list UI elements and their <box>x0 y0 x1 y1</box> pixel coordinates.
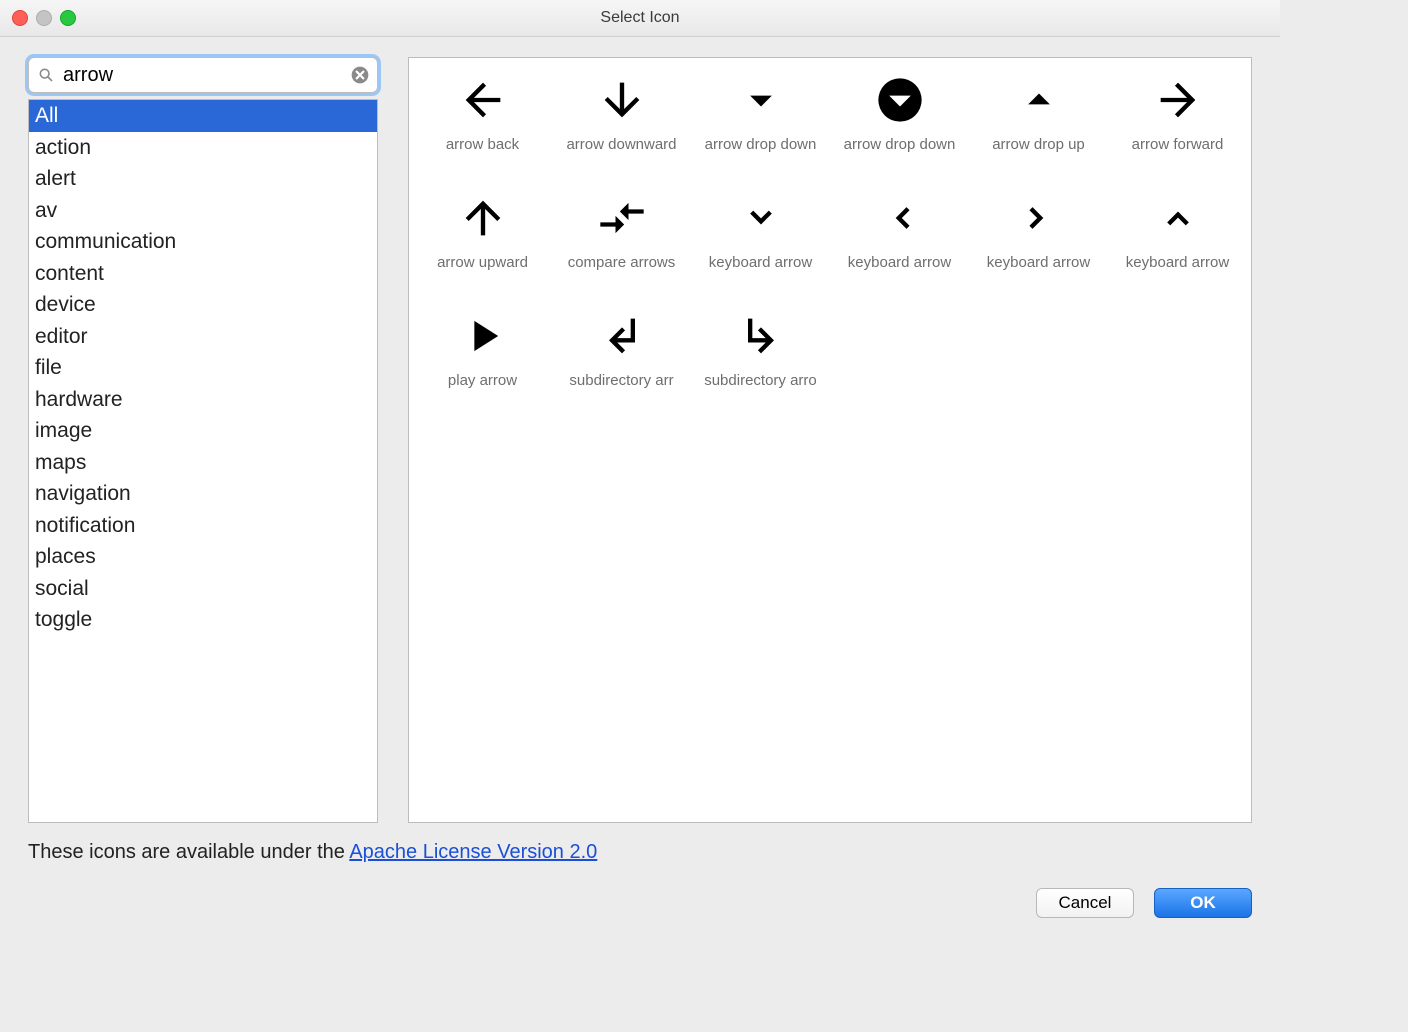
search-input[interactable] <box>28 57 378 93</box>
icon-label: keyboard arrow <box>830 254 969 271</box>
icon-label: compare arrows <box>552 254 691 271</box>
search-icon <box>38 67 54 83</box>
icon-cell-arrow-upward[interactable]: arrow upward <box>413 182 552 300</box>
arrow-upward-icon <box>457 182 509 254</box>
category-item-device[interactable]: device <box>29 289 377 321</box>
category-item-action[interactable]: action <box>29 132 377 164</box>
category-item-notification[interactable]: notification <box>29 510 377 542</box>
window-title: Select Icon <box>0 9 1280 27</box>
arrow-drop-up-icon <box>1013 64 1065 136</box>
icon-cell-subdirectory-arrow-right[interactable]: subdirectory arro <box>691 300 830 418</box>
icon-grid: arrow backarrow downwardarrow drop downa… <box>413 64 1247 418</box>
icon-cell-play-arrow[interactable]: play arrow <box>413 300 552 418</box>
icon-label: arrow upward <box>413 254 552 271</box>
license-prefix: These icons are available under the <box>28 841 349 863</box>
category-item-places[interactable]: places <box>29 541 377 573</box>
arrow-forward-icon <box>1152 64 1204 136</box>
arrow-downward-icon <box>596 64 648 136</box>
select-icon-dialog: Select Icon Allactionalertavcommunicatio… <box>0 0 1280 940</box>
category-item-image[interactable]: image <box>29 415 377 447</box>
category-item-navigation[interactable]: navigation <box>29 478 377 510</box>
search-field-wrap <box>28 57 378 93</box>
icon-cell-keyboard-arrow-right[interactable]: keyboard arrow <box>969 182 1108 300</box>
icon-cell-arrow-drop-down[interactable]: arrow drop down <box>691 64 830 182</box>
titlebar: Select Icon <box>0 0 1280 37</box>
icon-cell-arrow-drop-up[interactable]: arrow drop up <box>969 64 1108 182</box>
subdirectory-arrow-right-icon <box>735 300 787 372</box>
icon-grid-panel: arrow backarrow downwardarrow drop downa… <box>408 57 1252 823</box>
icon-label: subdirectory arr <box>552 372 691 389</box>
icon-label: arrow drop down <box>830 136 969 153</box>
arrow-drop-down-circle-icon <box>874 64 926 136</box>
keyboard-arrow-right-icon <box>1013 182 1065 254</box>
category-item-file[interactable]: file <box>29 352 377 384</box>
icon-label: keyboard arrow <box>1108 254 1247 271</box>
category-item-content[interactable]: content <box>29 258 377 290</box>
icon-cell-arrow-back[interactable]: arrow back <box>413 64 552 182</box>
icon-cell-keyboard-arrow-up[interactable]: keyboard arrow <box>1108 182 1247 300</box>
icon-label: arrow drop down <box>691 136 830 153</box>
category-item-hardware[interactable]: hardware <box>29 384 377 416</box>
category-list[interactable]: Allactionalertavcommunicationcontentdevi… <box>28 99 378 823</box>
category-item-alert[interactable]: alert <box>29 163 377 195</box>
icon-cell-subdirectory-arrow-left[interactable]: subdirectory arr <box>552 300 691 418</box>
icon-label: arrow drop up <box>969 136 1108 153</box>
icon-label: arrow downward <box>552 136 691 153</box>
icon-cell-keyboard-arrow-down[interactable]: keyboard arrow <box>691 182 830 300</box>
keyboard-arrow-up-icon <box>1152 182 1204 254</box>
category-item-av[interactable]: av <box>29 195 377 227</box>
icon-label: arrow forward <box>1108 136 1247 153</box>
license-link[interactable]: Apache License Version 2.0 <box>349 841 597 863</box>
clear-search-icon[interactable] <box>350 65 370 85</box>
keyboard-arrow-left-icon <box>874 182 926 254</box>
icon-label: keyboard arrow <box>969 254 1108 271</box>
ok-button[interactable]: OK <box>1154 888 1252 918</box>
keyboard-arrow-down-icon <box>735 182 787 254</box>
category-item-maps[interactable]: maps <box>29 447 377 479</box>
icon-cell-arrow-forward[interactable]: arrow forward <box>1108 64 1247 182</box>
icon-cell-keyboard-arrow-left[interactable]: keyboard arrow <box>830 182 969 300</box>
icon-cell-compare-arrows[interactable]: compare arrows <box>552 182 691 300</box>
compare-arrows-icon <box>596 182 648 254</box>
play-arrow-icon <box>457 300 509 372</box>
license-text: These icons are available under the Apac… <box>28 841 1252 864</box>
cancel-button[interactable]: Cancel <box>1036 888 1134 918</box>
arrow-back-icon <box>457 64 509 136</box>
category-item-social[interactable]: social <box>29 573 377 605</box>
category-item-editor[interactable]: editor <box>29 321 377 353</box>
subdirectory-arrow-left-icon <box>596 300 648 372</box>
icon-label: play arrow <box>413 372 552 389</box>
category-item-toggle[interactable]: toggle <box>29 604 377 636</box>
icon-label: subdirectory arro <box>691 372 830 389</box>
icon-label: keyboard arrow <box>691 254 830 271</box>
icon-cell-arrow-downward[interactable]: arrow downward <box>552 64 691 182</box>
category-item-communication[interactable]: communication <box>29 226 377 258</box>
icon-label: arrow back <box>413 136 552 153</box>
icon-cell-arrow-drop-down-circle[interactable]: arrow drop down <box>830 64 969 182</box>
category-item-all[interactable]: All <box>29 100 377 132</box>
arrow-drop-down-icon <box>735 64 787 136</box>
